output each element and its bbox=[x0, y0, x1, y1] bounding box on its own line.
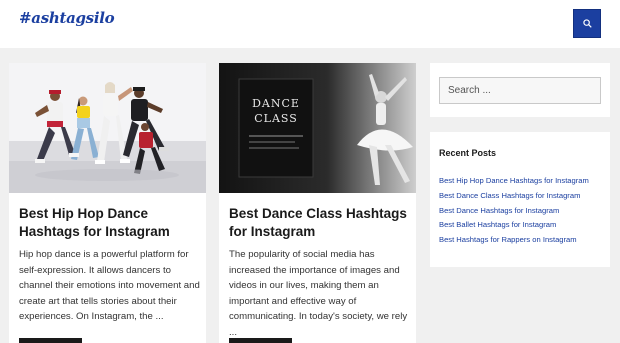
recent-posts-list: Best Hip Hop Dance Hashtags for Instagra… bbox=[439, 176, 609, 250]
post-card-hip-hop: Best Hip Hop Dance Hashtags for Instagra… bbox=[9, 63, 206, 343]
post-title-dance-class[interactable]: Best Dance Class Hashtags for Instagram bbox=[229, 205, 411, 241]
sidebar-search-input[interactable]: Search ... bbox=[439, 77, 601, 104]
search-widget: Search ... bbox=[430, 63, 610, 117]
site-header: #ashtagsilo bbox=[0, 0, 620, 48]
read-more-button-dance-class[interactable] bbox=[229, 338, 292, 343]
dance-class-image: DANCE CLASS bbox=[219, 63, 416, 193]
read-more-button-hip-hop[interactable] bbox=[19, 338, 82, 343]
post-excerpt-dance-class: The popularity of social media has incre… bbox=[229, 249, 408, 338]
site-logo[interactable]: #ashtagsilo bbox=[19, 9, 115, 27]
dance-class-image-text-1: DANCE bbox=[252, 97, 300, 110]
header-search-button[interactable] bbox=[573, 9, 601, 38]
post-thumbnail-hip-hop[interactable] bbox=[9, 63, 206, 193]
post-card-dance-class: DANCE CLASS Best Dance Class Hashtags fo… bbox=[219, 63, 416, 343]
recent-posts-title: Recent Posts bbox=[439, 148, 497, 158]
recent-post-link[interactable]: Best Hip Hop Dance Hashtags for Instagra… bbox=[439, 176, 609, 191]
post-title-hip-hop[interactable]: Best Hip Hop Dance Hashtags for Instagra… bbox=[19, 205, 201, 241]
recent-post-link[interactable]: Best Hashtags for Rappers on Instagram bbox=[439, 235, 609, 250]
post-excerpt-hip-hop: Hip hop dance is a powerful platform for… bbox=[19, 249, 200, 322]
dance-class-image-text-2: CLASS bbox=[254, 112, 298, 125]
recent-posts-widget: Recent Posts Best Hip Hop Dance Hashtags… bbox=[430, 132, 610, 267]
search-icon bbox=[582, 19, 592, 28]
post-thumbnail-dance-class[interactable]: DANCE CLASS bbox=[219, 63, 416, 193]
hip-hop-dancers-image bbox=[9, 63, 206, 193]
recent-post-link[interactable]: Best Dance Hashtags for Instagram bbox=[439, 206, 609, 221]
recent-post-link[interactable]: Best Dance Class Hashtags for Instagram bbox=[439, 191, 609, 206]
recent-post-link[interactable]: Best Ballet Hashtags for Instagram bbox=[439, 220, 609, 235]
